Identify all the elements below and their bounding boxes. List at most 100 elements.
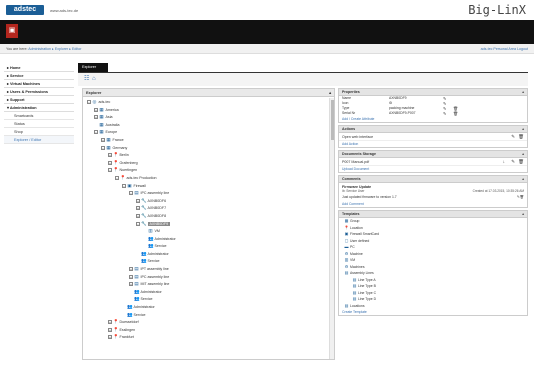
tree-node[interactable]: 👥Administrator [83, 235, 328, 243]
tree-node[interactable]: + 📍Frankfurt [83, 333, 328, 341]
tree-node[interactable]: + 🔧AXNB0DF6 [83, 197, 328, 205]
tree-node[interactable]: ▦ Australia [83, 121, 328, 129]
edit-icon[interactable]: ✎🗑 [517, 195, 524, 199]
tree-node[interactable]: − 📍ads-tec Production [83, 174, 328, 182]
download-icon[interactable]: ↓ [503, 158, 505, 166]
expand-icon[interactable]: + [136, 198, 140, 203]
tree-node[interactable]: − 🔧 AXNB0DF9 [83, 220, 328, 228]
tree-node[interactable]: + 📍Grafenberg [83, 159, 328, 167]
tree-node[interactable]: + ▤ MIT assembly line [83, 280, 328, 288]
tree-node[interactable]: − ▦ Europe [83, 128, 328, 136]
tree-node[interactable]: 👥Administrator [83, 288, 328, 296]
sidebar-item[interactable]: ▸ Service [4, 72, 74, 80]
collapse-icon[interactable]: − [101, 145, 105, 150]
collapse-icon[interactable]: ▴ [329, 89, 331, 97]
edit-icon[interactable]: ✎ [511, 158, 515, 166]
tree-node[interactable]: + ▤ IPT assembly line [83, 265, 328, 273]
tree-node[interactable]: + ▦ America [83, 106, 328, 114]
breadcrumb-path[interactable]: Administration ▸ Explorer ▸ Editor [28, 47, 81, 51]
collapse-icon[interactable]: − [136, 221, 140, 226]
company-logo[interactable]: adstec [6, 5, 44, 15]
collapse-icon[interactable]: ▴ [522, 89, 524, 96]
action-row[interactable]: Open web interface ✎ 🗑 [339, 133, 527, 141]
collapse-icon[interactable]: ▴ [522, 176, 524, 183]
tree-node[interactable]: 👥Service [83, 242, 328, 250]
tab-explorer[interactable]: Explorer [78, 63, 108, 72]
tree-view-icon[interactable]: ☷ [84, 76, 91, 83]
collapse-icon[interactable]: ▴ [522, 126, 524, 133]
expand-icon[interactable]: + [129, 282, 133, 287]
sidebar-item[interactable]: ▸ Support [4, 96, 74, 104]
delete-icon[interactable]: 🗑 [518, 133, 524, 141]
tree-node[interactable]: + ▦ France [83, 136, 328, 144]
tree-node[interactable]: − ▣ Firewall [83, 182, 328, 190]
sidebar-subitem[interactable]: Shop [4, 128, 74, 136]
expand-icon[interactable]: + [108, 327, 112, 332]
edit-icon[interactable]: ✎ [443, 111, 446, 116]
delete-icon[interactable]: 🗑 [453, 111, 458, 116]
tree-scrollbar[interactable] [329, 98, 334, 359]
add-comment-link[interactable]: Add Comment [339, 201, 527, 207]
sidebar-subitem[interactable]: Status [4, 120, 74, 128]
collapse-icon[interactable]: − [87, 100, 91, 105]
location-pin-icon: 📍 [113, 326, 119, 332]
expand-icon[interactable]: + [108, 153, 112, 158]
site-url[interactable]: www.ads-tec.de [50, 8, 78, 13]
expand-icon[interactable]: + [108, 320, 112, 325]
tree-node[interactable]: + 🔧AXNB0DF7 [83, 204, 328, 212]
expand-icon[interactable]: + [94, 107, 98, 112]
sidebar-item[interactable]: ▸ Virtual Machines [4, 80, 74, 88]
sidebar-item[interactable]: ▸ Home [4, 64, 74, 72]
tree-node[interactable]: 👥Administrator [83, 303, 328, 311]
scroll-thumb[interactable] [331, 100, 334, 140]
tree-node[interactable]: 👥Administrator [83, 250, 328, 258]
document-row[interactable]: P007 Manual.pdf ↓ ✎ 🗑 [339, 158, 527, 166]
user-links[interactable]: ads-tec Personal Area Logout [481, 47, 528, 51]
tree-node[interactable]: + 📍Berlin [83, 151, 328, 159]
sidebar-subitem[interactable]: Smartcards [4, 112, 74, 120]
edit-icon[interactable]: ✎ [511, 133, 515, 141]
expand-icon[interactable]: + [94, 115, 98, 120]
app-icon: ▣ [6, 24, 18, 38]
delete-icon[interactable]: 🗑 [518, 158, 524, 166]
tree-node[interactable]: − ◎ ads-tec [83, 98, 328, 106]
tree-node[interactable]: − ▤ IPC assembly line [83, 189, 328, 197]
collapse-icon[interactable]: − [129, 191, 133, 196]
sidebar-item[interactable]: ▸ Users & Permissions [4, 88, 74, 96]
collapse-icon[interactable]: − [108, 168, 112, 173]
properties-panel: Properties ▴ Name AXNB0DF9 ✎ Icon ⚙ ✎ Type packi… [338, 88, 528, 123]
collapse-icon[interactable]: ▴ [522, 151, 524, 158]
templates-list: ▦ Group 📍Location ▣ Firewall SmartCard ▢ User … [339, 218, 527, 309]
expand-icon[interactable]: + [108, 335, 112, 340]
expand-icon[interactable]: + [129, 267, 133, 272]
expand-icon[interactable]: + [108, 160, 112, 165]
expand-icon[interactable]: + [136, 206, 140, 211]
tree-node[interactable]: − ▦ Germany [83, 144, 328, 152]
expand-icon[interactable]: + [136, 213, 140, 218]
tree-node[interactable]: + 📍Esslingen [83, 326, 328, 334]
expand-icon[interactable]: + [101, 138, 105, 143]
collapse-icon[interactable]: − [94, 130, 98, 135]
add-action-link[interactable]: Add Action [339, 141, 527, 147]
tree-node[interactable]: 👥Service [83, 295, 328, 303]
collapse-icon[interactable]: − [115, 175, 119, 180]
home-icon[interactable]: ⌂ [92, 76, 99, 83]
create-template-link[interactable]: Create Template [339, 309, 527, 315]
sidebar-subitem[interactable]: Explorer / Editor [4, 136, 74, 144]
tree-node[interactable]: ▥ VM [83, 227, 328, 235]
tree-node[interactable]: 👥Service [83, 311, 328, 319]
expand-icon[interactable]: + [129, 274, 133, 279]
tree-node[interactable]: + 🔧AXNB0DF8 [83, 212, 328, 220]
upload-document-link[interactable]: Upload Document [339, 166, 527, 172]
location-pin-icon: 📍 [113, 159, 119, 165]
tree-node[interactable]: + ▤ IPC assembly line [83, 273, 328, 281]
tree-node[interactable]: + ▦ Asia [83, 113, 328, 121]
tree-node[interactable]: + 📍Duesseldorf [83, 318, 328, 326]
sidebar-item[interactable]: ▾ Administration [4, 104, 74, 112]
collapse-icon[interactable]: ▴ [522, 211, 524, 218]
tree-node[interactable]: 👥Service [83, 257, 328, 265]
tree-node[interactable]: − 📍Nuertingen [83, 166, 328, 174]
collapse-icon[interactable]: − [122, 183, 126, 188]
ipc-icon: ▤ [344, 270, 349, 275]
add-attribute-link[interactable]: Add / Create Attribute [339, 116, 527, 122]
